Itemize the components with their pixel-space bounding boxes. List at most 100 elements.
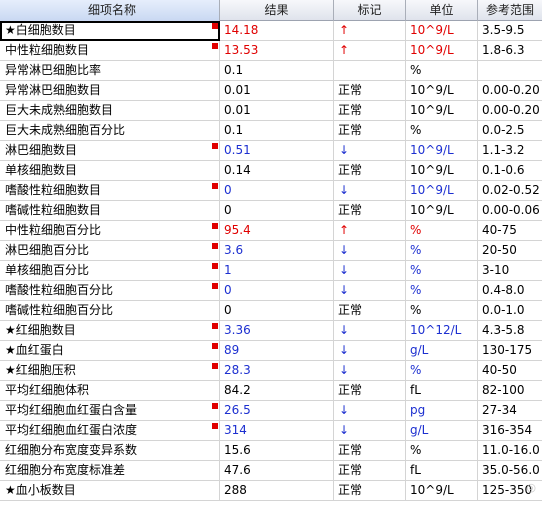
cell-result[interactable]: 3.36: [220, 321, 334, 341]
cell-result[interactable]: 0: [220, 281, 334, 301]
cell-result[interactable]: 13.53: [220, 41, 334, 61]
table-row[interactable]: 嗜酸性粒细胞数目 0 ↓ 10^9/L 0.02-0.52: [0, 181, 542, 201]
cell-unit[interactable]: %: [406, 61, 478, 81]
cell-reference-range[interactable]: [478, 61, 542, 81]
cell-unit[interactable]: %: [406, 241, 478, 261]
cell-mark[interactable]: 正常: [334, 301, 406, 321]
cell-result[interactable]: 0.14: [220, 161, 334, 181]
cell-result[interactable]: 26.5: [220, 401, 334, 421]
cell-mark[interactable]: ↓: [334, 281, 406, 301]
cell-item-name[interactable]: 中性粒细胞百分比: [0, 221, 220, 241]
cell-unit[interactable]: 10^9/L: [406, 141, 478, 161]
cell-mark[interactable]: ↓: [334, 421, 406, 441]
cell-reference-range[interactable]: 27-34: [478, 401, 542, 421]
cell-result[interactable]: 288: [220, 481, 334, 501]
cell-mark[interactable]: 正常: [334, 441, 406, 461]
cell-unit[interactable]: 10^9/L: [406, 481, 478, 501]
cell-unit[interactable]: fL: [406, 381, 478, 401]
cell-unit[interactable]: fL: [406, 461, 478, 481]
cell-item-name[interactable]: 红细胞分布宽度标准差: [0, 461, 220, 481]
cell-mark[interactable]: ↓: [334, 401, 406, 421]
cell-mark[interactable]: ↑: [334, 21, 406, 41]
table-row[interactable]: ★血小板数目 288 正常 10^9/L 125-350: [0, 481, 542, 501]
table-row[interactable]: 淋巴细胞百分比 3.6 ↓% 20-50: [0, 241, 542, 261]
cell-result[interactable]: 0.01: [220, 101, 334, 121]
table-row[interactable]: 巨大未成熟细胞数目 0.01 正常 10^9/L 0.00-0.20: [0, 101, 542, 121]
table-row[interactable]: 红细胞分布宽度变异系数 15.6 正常% 11.0-16.0: [0, 441, 542, 461]
cell-result[interactable]: 0.1: [220, 61, 334, 81]
cell-reference-range[interactable]: 40-75: [478, 221, 542, 241]
cell-reference-range[interactable]: 130-175: [478, 341, 542, 361]
cell-result[interactable]: 47.6: [220, 461, 334, 481]
cell-item-name[interactable]: 嗜碱性粒细胞数目: [0, 201, 220, 221]
cell-mark[interactable]: ↓: [334, 361, 406, 381]
cell-result[interactable]: 84.2: [220, 381, 334, 401]
table-row[interactable]: 单核细胞百分比 1 ↓% 3-10: [0, 261, 542, 281]
cell-reference-range[interactable]: 3.5-9.5: [478, 21, 542, 41]
cell-unit[interactable]: 10^9/L: [406, 181, 478, 201]
table-row[interactable]: 平均红细胞血红蛋白浓度 314 ↓ g/L 316-354: [0, 421, 542, 441]
cell-mark[interactable]: 正常: [334, 461, 406, 481]
table-row[interactable]: 淋巴细胞数目 0.51 ↓ 10^9/L 1.1-3.2: [0, 141, 542, 161]
cell-item-name[interactable]: ★血小板数目: [0, 481, 220, 501]
cell-reference-range[interactable]: 82-100: [478, 381, 542, 401]
cell-mark[interactable]: ↓: [334, 181, 406, 201]
cell-mark[interactable]: ↓: [334, 341, 406, 361]
table-row[interactable]: 红细胞分布宽度标准差 47.6 正常 fL 35.0-56.0: [0, 461, 542, 481]
cell-item-name[interactable]: 平均红细胞血红蛋白浓度: [0, 421, 220, 441]
table-row[interactable]: 异常淋巴细胞比率 0.1%: [0, 61, 542, 81]
cell-unit[interactable]: 10^9/L: [406, 81, 478, 101]
cell-item-name[interactable]: 中性粒细胞数目: [0, 41, 220, 61]
cell-mark[interactable]: ↓: [334, 241, 406, 261]
cell-unit[interactable]: 10^9/L: [406, 41, 478, 61]
cell-item-name[interactable]: ★血红蛋白: [0, 341, 220, 361]
cell-mark[interactable]: 正常: [334, 481, 406, 501]
cell-mark[interactable]: 正常: [334, 81, 406, 101]
cell-item-name[interactable]: 异常淋巴细胞比率: [0, 61, 220, 81]
cell-result[interactable]: 0: [220, 201, 334, 221]
cell-unit[interactable]: 10^9/L: [406, 101, 478, 121]
cell-reference-range[interactable]: 3-10: [478, 261, 542, 281]
cell-item-name[interactable]: 嗜酸性粒细胞百分比: [0, 281, 220, 301]
cell-mark[interactable]: 正常: [334, 381, 406, 401]
cell-mark[interactable]: 正常: [334, 161, 406, 181]
cell-mark[interactable]: 正常: [334, 201, 406, 221]
cell-result[interactable]: 3.6: [220, 241, 334, 261]
table-row[interactable]: 单核细胞数目 0.14 正常 10^9/L 0.1-0.6: [0, 161, 542, 181]
table-row[interactable]: 平均红细胞血红蛋白含量 26.5 ↓ pg 27-34: [0, 401, 542, 421]
cell-mark[interactable]: 正常: [334, 101, 406, 121]
cell-unit[interactable]: %: [406, 441, 478, 461]
cell-mark[interactable]: 正常: [334, 121, 406, 141]
cell-unit[interactable]: pg: [406, 401, 478, 421]
cell-unit[interactable]: g/L: [406, 421, 478, 441]
cell-item-name[interactable]: ★白细胞数目: [0, 21, 220, 41]
cell-result[interactable]: 89: [220, 341, 334, 361]
cell-result[interactable]: 0: [220, 181, 334, 201]
cell-result[interactable]: 95.4: [220, 221, 334, 241]
cell-item-name[interactable]: ★红细胞压积: [0, 361, 220, 381]
cell-item-name[interactable]: 单核细胞百分比: [0, 261, 220, 281]
cell-result[interactable]: 28.3: [220, 361, 334, 381]
cell-item-name[interactable]: 淋巴细胞百分比: [0, 241, 220, 261]
table-row[interactable]: 平均红细胞体积 84.2 正常 fL 82-100: [0, 381, 542, 401]
cell-item-name[interactable]: 单核细胞数目: [0, 161, 220, 181]
cell-mark[interactable]: [334, 61, 406, 81]
table-row[interactable]: 中性粒细胞百分比 95.4 ↑% 40-75: [0, 221, 542, 241]
table-row[interactable]: 异常淋巴细胞数目 0.01 正常 10^9/L 0.00-0.20: [0, 81, 542, 101]
cell-reference-range[interactable]: 1.8-6.3: [478, 41, 542, 61]
cell-reference-range[interactable]: 4.3-5.8: [478, 321, 542, 341]
cell-item-name[interactable]: 平均红细胞血红蛋白含量: [0, 401, 220, 421]
cell-item-name[interactable]: 巨大未成熟细胞百分比: [0, 121, 220, 141]
column-header-result[interactable]: 结果: [220, 0, 334, 21]
cell-result[interactable]: 314: [220, 421, 334, 441]
cell-reference-range[interactable]: 316-354: [478, 421, 542, 441]
cell-result[interactable]: 0.01: [220, 81, 334, 101]
column-header-item-name[interactable]: 细项名称: [0, 0, 220, 21]
cell-unit[interactable]: %: [406, 121, 478, 141]
cell-item-name[interactable]: 嗜碱性粒细胞百分比: [0, 301, 220, 321]
cell-result[interactable]: 1: [220, 261, 334, 281]
cell-mark[interactable]: ↓: [334, 261, 406, 281]
cell-reference-range[interactable]: 1.1-3.2: [478, 141, 542, 161]
cell-mark[interactable]: ↑: [334, 221, 406, 241]
cell-item-name[interactable]: 红细胞分布宽度变异系数: [0, 441, 220, 461]
